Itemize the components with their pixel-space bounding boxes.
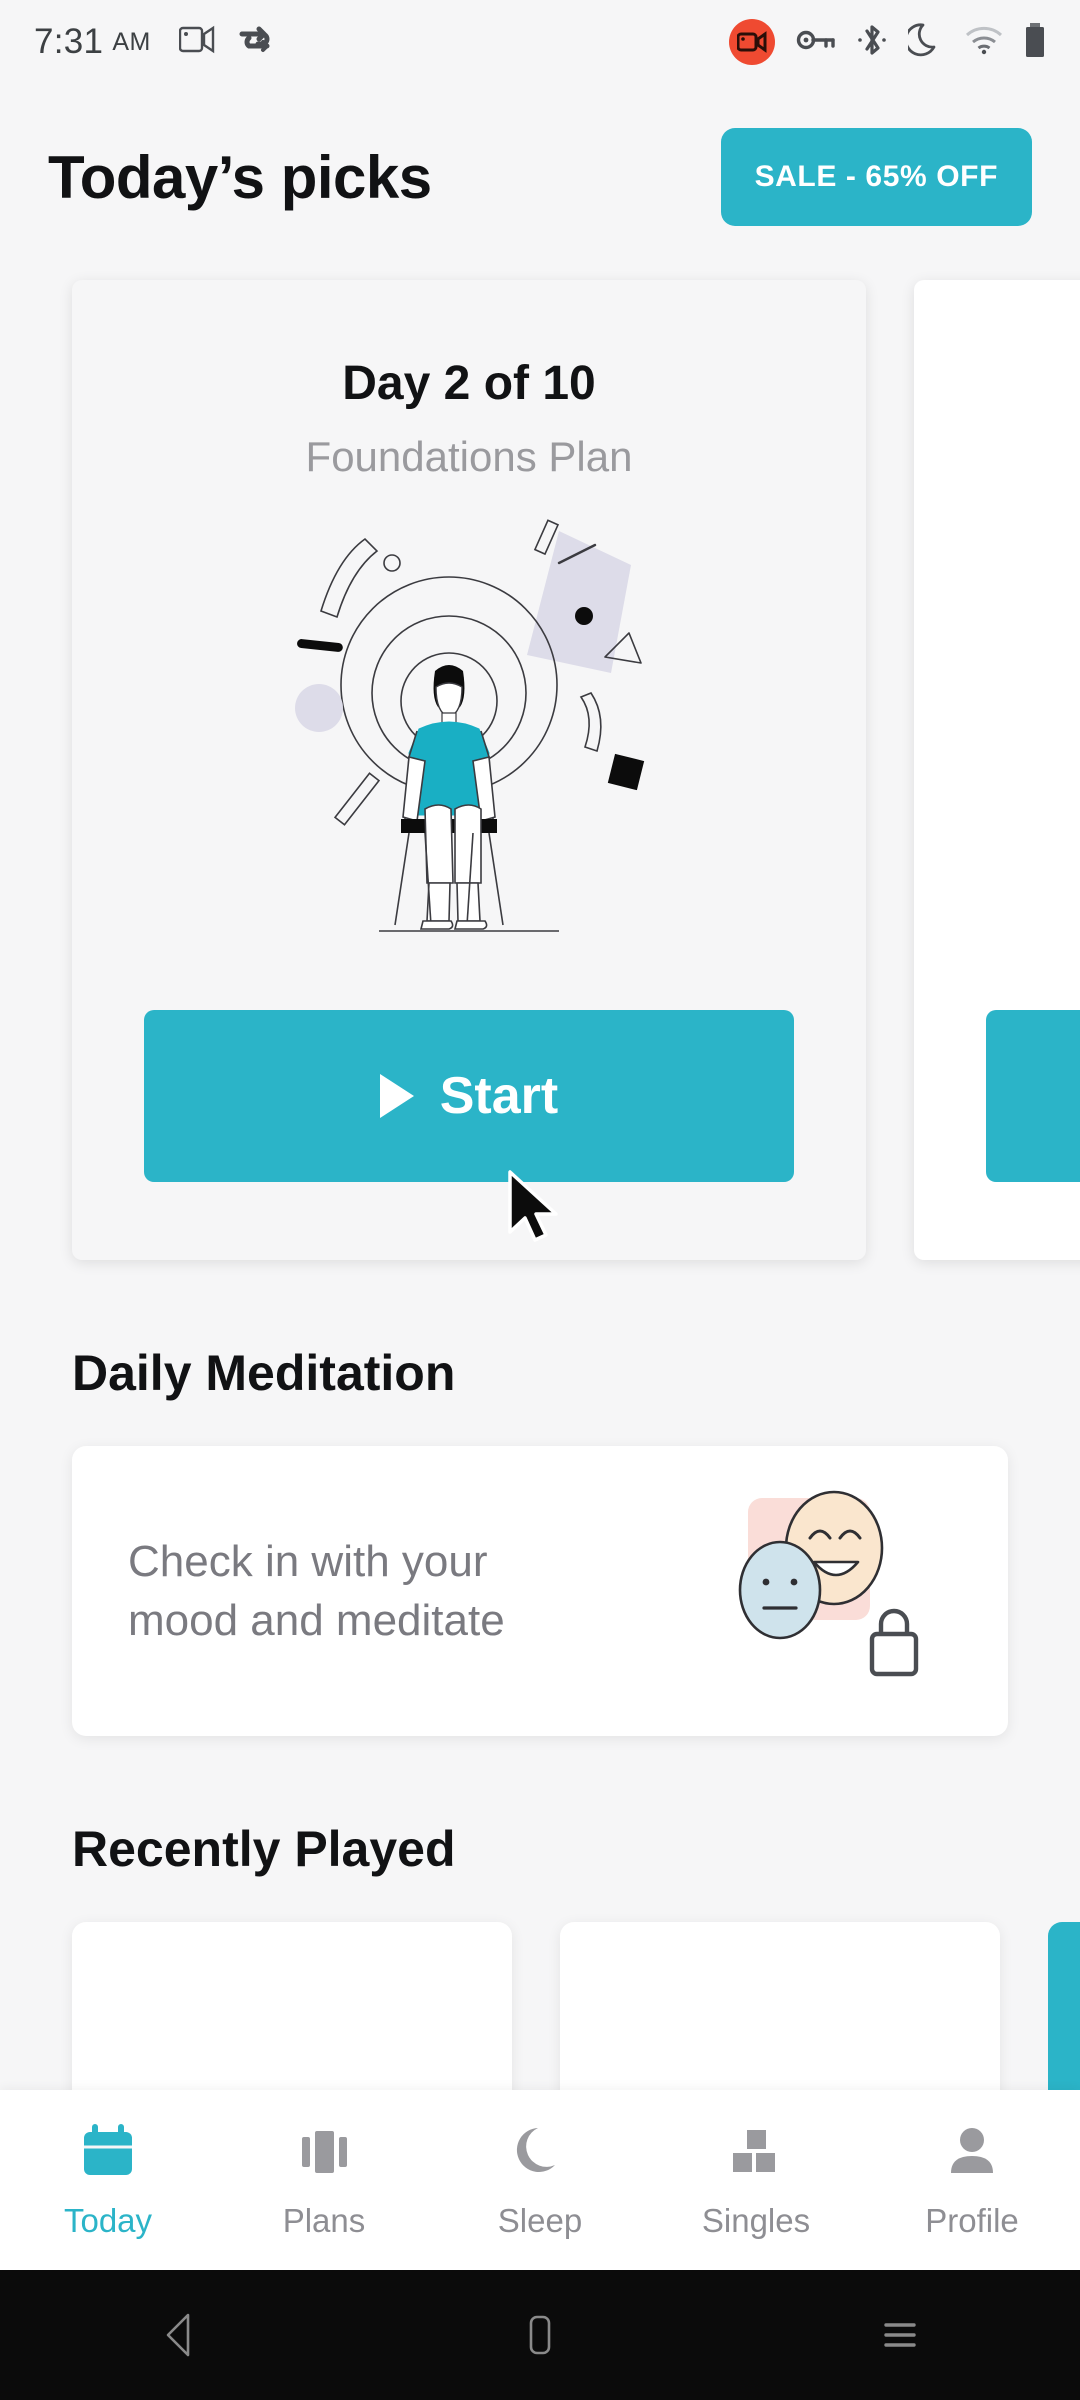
- wifi-icon: [965, 25, 1003, 60]
- bottom-navigation[interactable]: Today Plans Sleep Singles Profile: [0, 2090, 1080, 2270]
- bluetooth-icon: [857, 22, 887, 63]
- section-heading-recently-played: Recently Played: [72, 1821, 456, 1877]
- plan-card-title: Day 2 of 10: [342, 357, 596, 410]
- mouse-cursor: [508, 1170, 558, 1242]
- status-bar-time: 7:31: [34, 22, 104, 61]
- seated-person-meditating-illustration: [295, 519, 645, 932]
- vpn-key-icon: [796, 27, 836, 58]
- mood-check-in-card[interactable]: Check in with your mood and meditate: [72, 1446, 1008, 1736]
- page-header: Today’s picks SALE - 65% OFF: [0, 84, 1080, 226]
- status-bar-ampm: AM: [112, 27, 151, 56]
- mood-card-line-1: Check in with your: [128, 1536, 488, 1586]
- nav-label-singles: Singles: [701, 2201, 811, 2239]
- mood-faces-illustration: [722, 1486, 952, 1696]
- status-bar-right-icons: [729, 19, 1046, 65]
- vpn-sync-icon: [237, 24, 275, 61]
- android-home-button[interactable]: [480, 2270, 600, 2400]
- blocks-icon: [725, 2121, 787, 2188]
- plan-card[interactable]: Day 2 of 10 Foundations Plan Start: [72, 280, 866, 1260]
- android-back-button[interactable]: [120, 2270, 240, 2400]
- page-title: Today’s picks: [48, 143, 432, 211]
- person-icon: [941, 2121, 1003, 2188]
- plan-card-subtitle: Foundations Plan: [305, 433, 633, 480]
- sale-button[interactable]: SALE - 65% OFF: [720, 128, 1032, 226]
- next-card-start-button[interactable]: [986, 1010, 1080, 1182]
- plans-carousel[interactable]: Day 2 of 10 Foundations Plan Start: [0, 280, 1080, 1260]
- nav-label-plans: Plans: [282, 2201, 366, 2239]
- screen-record-icon: [729, 19, 775, 65]
- nav-item-plans[interactable]: Plans: [216, 2121, 432, 2240]
- battery-icon: [1024, 22, 1046, 63]
- nav-item-singles[interactable]: Singles: [648, 2121, 864, 2240]
- nav-item-profile[interactable]: Profile: [864, 2121, 1080, 2240]
- android-recents-button[interactable]: [840, 2270, 960, 2400]
- start-button-label: Start: [439, 1067, 559, 1125]
- mood-card-line-2: mood and meditate: [128, 1596, 505, 1645]
- android-navigation-bar[interactable]: [0, 2270, 1080, 2400]
- do-not-disturb-moon-icon: [904, 21, 944, 64]
- nav-item-sleep[interactable]: Sleep: [432, 2121, 648, 2240]
- status-bar-left-icons: [178, 24, 275, 61]
- nav-item-today[interactable]: Today: [0, 2121, 216, 2240]
- mood-card-text: Check in with your mood and meditate: [128, 1532, 505, 1651]
- section-heading-daily-meditation: Daily Meditation: [72, 1345, 456, 1401]
- nav-label-sleep: Sleep: [497, 2201, 583, 2239]
- screen-cast-icon: [178, 25, 217, 60]
- nav-label-profile: Profile: [925, 2201, 1019, 2239]
- nav-label-today: Today: [63, 2201, 153, 2239]
- cards-carousel-icon: [293, 2121, 355, 2188]
- status-bar: 7:31 AM: [0, 0, 1080, 84]
- play-icon: [379, 1074, 414, 1118]
- lock-icon: [869, 1608, 919, 1677]
- moon-icon: [509, 2121, 571, 2188]
- calendar-icon: [77, 2121, 139, 2188]
- plan-card-next[interactable]: [914, 280, 1080, 1260]
- start-button[interactable]: Start: [144, 1010, 794, 1182]
